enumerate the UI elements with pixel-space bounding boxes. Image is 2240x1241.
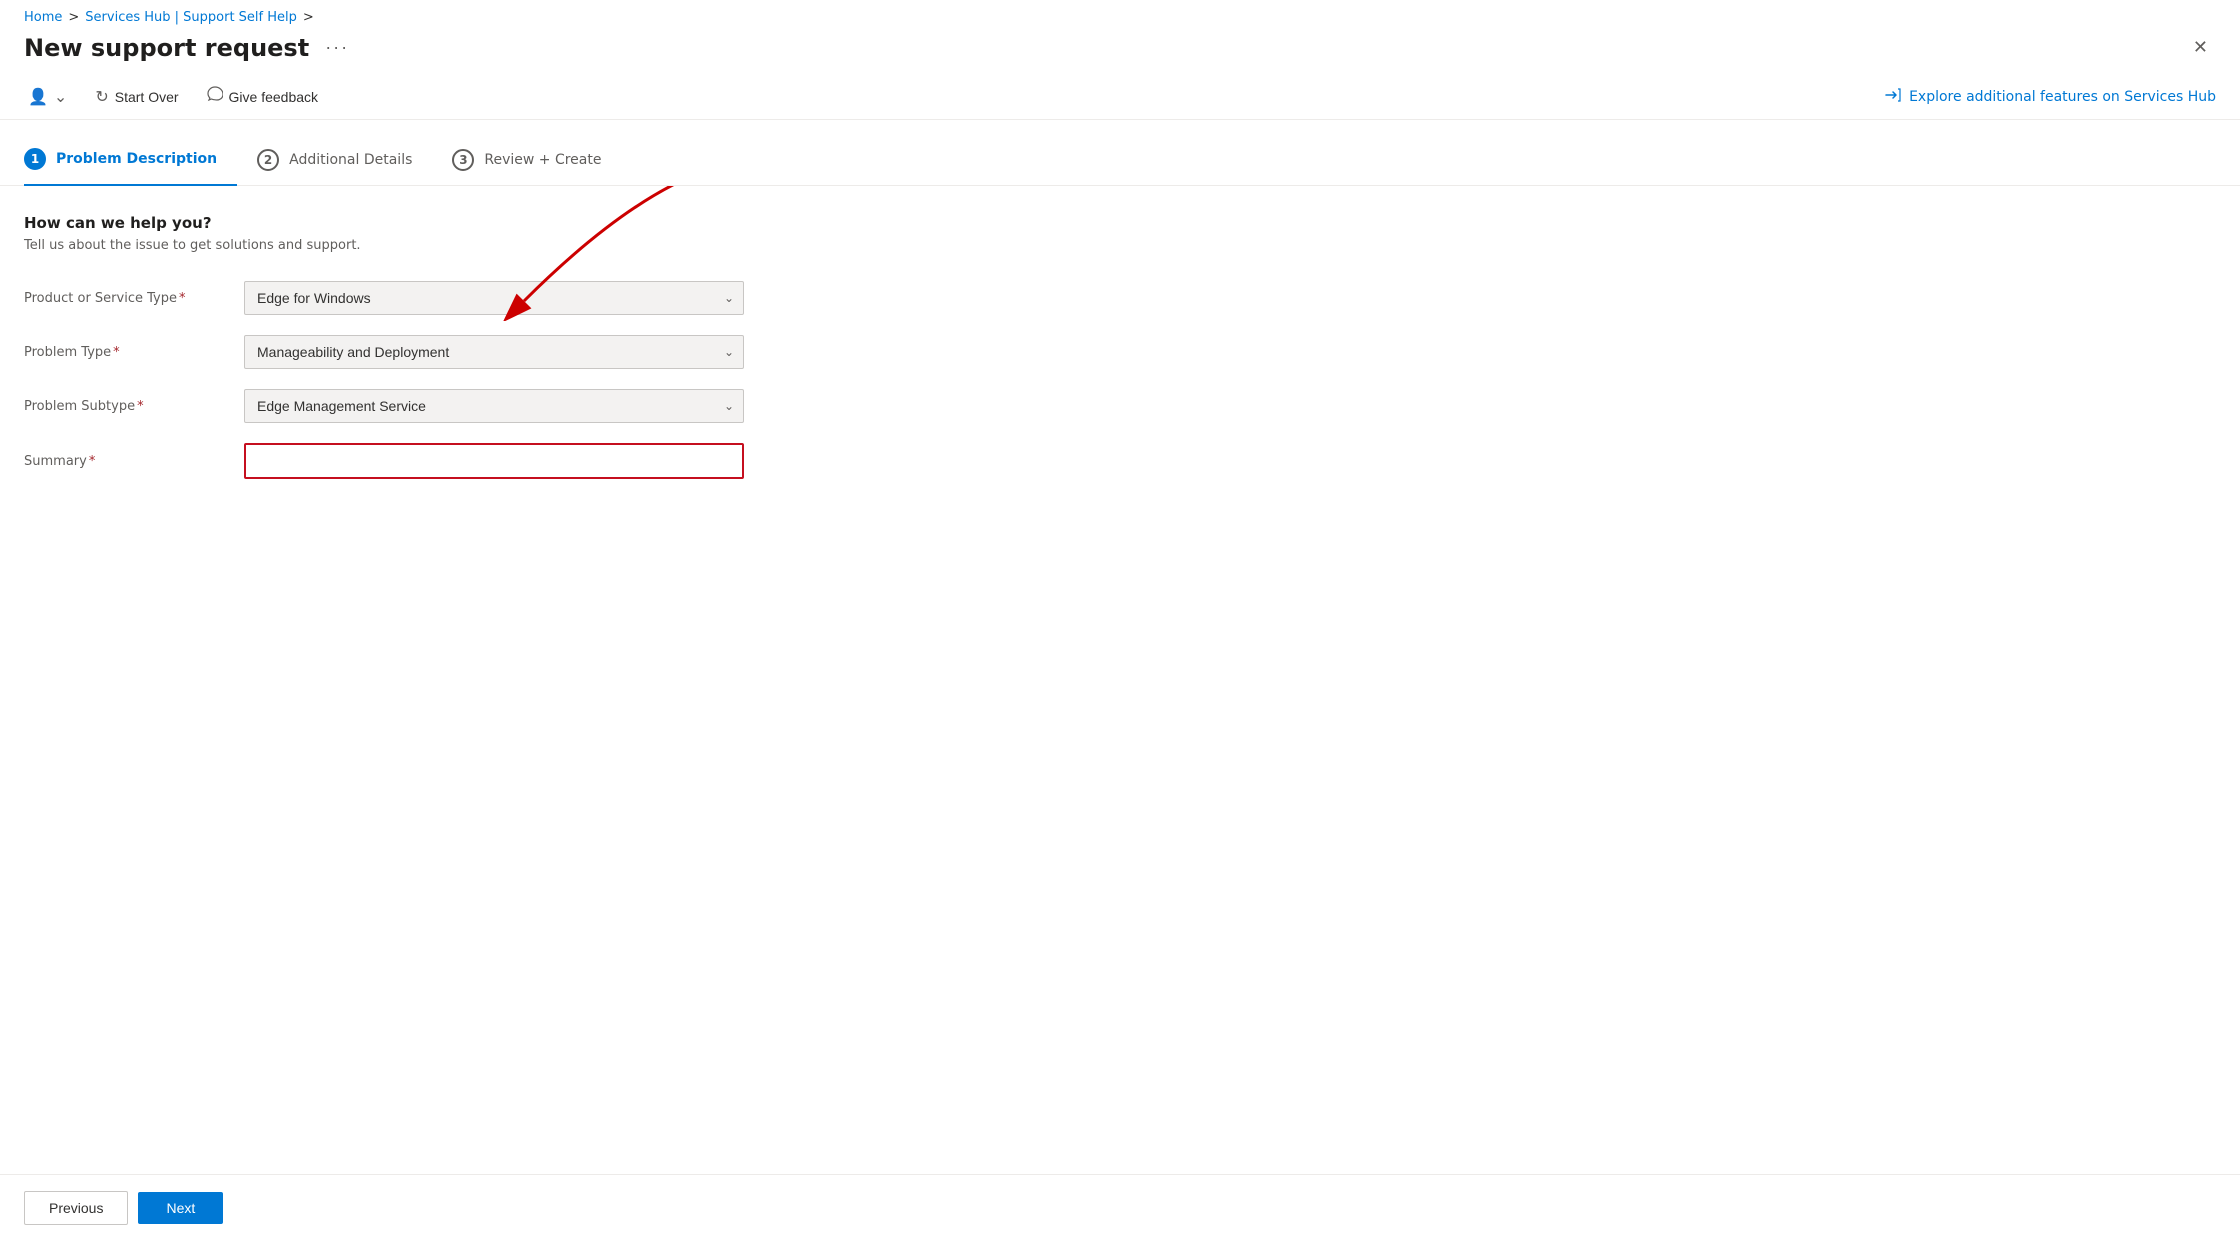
summary-row: Summary* bbox=[24, 443, 2216, 479]
problem-type-label: Problem Type* bbox=[24, 345, 244, 360]
summary-input[interactable] bbox=[244, 443, 744, 479]
dropdown-chevron-icon: ⌄ bbox=[54, 87, 67, 107]
footer: Previous Next bbox=[0, 1174, 2240, 1241]
toolbar: 👤 ⌄ ↻ Start Over Give feedback Explore a… bbox=[0, 74, 2240, 120]
start-over-button[interactable]: ↻ Start Over bbox=[91, 81, 182, 113]
explore-features-label: Explore additional features on Services … bbox=[1909, 89, 2216, 105]
breadcrumb-sep1: > bbox=[68, 10, 79, 25]
problem-type-select[interactable]: Manageability and Deployment bbox=[244, 335, 744, 369]
feedback-icon bbox=[207, 86, 223, 107]
problem-type-control: Manageability and Deployment ⌄ bbox=[244, 335, 744, 369]
form-area: Product or Service Type* Edge for Window… bbox=[24, 281, 2216, 479]
breadcrumb-services-hub[interactable]: Services Hub | Support Self Help bbox=[85, 10, 297, 25]
problem-type-row: Problem Type* Manageability and Deployme… bbox=[24, 335, 2216, 369]
main-content: How can we help you? Tell us about the i… bbox=[0, 186, 2240, 1174]
problem-subtype-row: Problem Subtype* Edge Management Service… bbox=[24, 389, 2216, 423]
breadcrumb-home[interactable]: Home bbox=[24, 10, 62, 25]
step-2-circle: 2 bbox=[257, 149, 279, 171]
step-review-create[interactable]: 3 Review + Create bbox=[432, 137, 621, 185]
start-over-label: Start Over bbox=[115, 89, 179, 105]
previous-button[interactable]: Previous bbox=[24, 1191, 128, 1225]
ellipsis-button[interactable]: ··· bbox=[319, 35, 355, 60]
product-type-row: Product or Service Type* Edge for Window… bbox=[24, 281, 2216, 315]
explore-icon bbox=[1885, 87, 1901, 107]
problem-subtype-control: Edge Management Service ⌄ bbox=[244, 389, 744, 423]
product-type-control: Edge for Windows ⌄ bbox=[244, 281, 744, 315]
give-feedback-button[interactable]: Give feedback bbox=[203, 80, 323, 113]
give-feedback-label: Give feedback bbox=[229, 89, 319, 105]
summary-label: Summary* bbox=[24, 454, 244, 469]
step-2-label: Additional Details bbox=[289, 152, 412, 168]
breadcrumb: Home > Services Hub | Support Self Help … bbox=[0, 0, 2240, 29]
product-type-select[interactable]: Edge for Windows bbox=[244, 281, 744, 315]
section-subtitle: Tell us about the issue to get solutions… bbox=[24, 238, 2216, 253]
step-additional-details[interactable]: 2 Additional Details bbox=[237, 137, 432, 185]
breadcrumb-sep2: > bbox=[303, 10, 314, 25]
step-3-label: Review + Create bbox=[484, 152, 601, 168]
page-header: New support request ··· ✕ bbox=[0, 29, 2240, 74]
section-title: How can we help you? bbox=[24, 214, 2216, 232]
step-1-circle: 1 bbox=[24, 148, 46, 170]
user-icon-button[interactable]: 👤 ⌄ bbox=[24, 81, 71, 113]
user-icon: 👤 bbox=[28, 87, 48, 107]
start-over-icon: ↻ bbox=[95, 87, 108, 107]
step-1-label: Problem Description bbox=[56, 151, 217, 167]
stepper: 1 Problem Description 2 Additional Detai… bbox=[0, 120, 2240, 186]
close-button[interactable]: ✕ bbox=[2185, 33, 2216, 62]
next-button[interactable]: Next bbox=[138, 1192, 223, 1224]
page-title: New support request bbox=[24, 34, 309, 62]
explore-features-link[interactable]: Explore additional features on Services … bbox=[1885, 87, 2216, 107]
step-3-circle: 3 bbox=[452, 149, 474, 171]
summary-control bbox=[244, 443, 744, 479]
problem-subtype-label: Problem Subtype* bbox=[24, 399, 244, 414]
step-problem-description[interactable]: 1 Problem Description bbox=[24, 136, 237, 186]
product-type-label: Product or Service Type* bbox=[24, 291, 244, 306]
problem-subtype-select[interactable]: Edge Management Service bbox=[244, 389, 744, 423]
